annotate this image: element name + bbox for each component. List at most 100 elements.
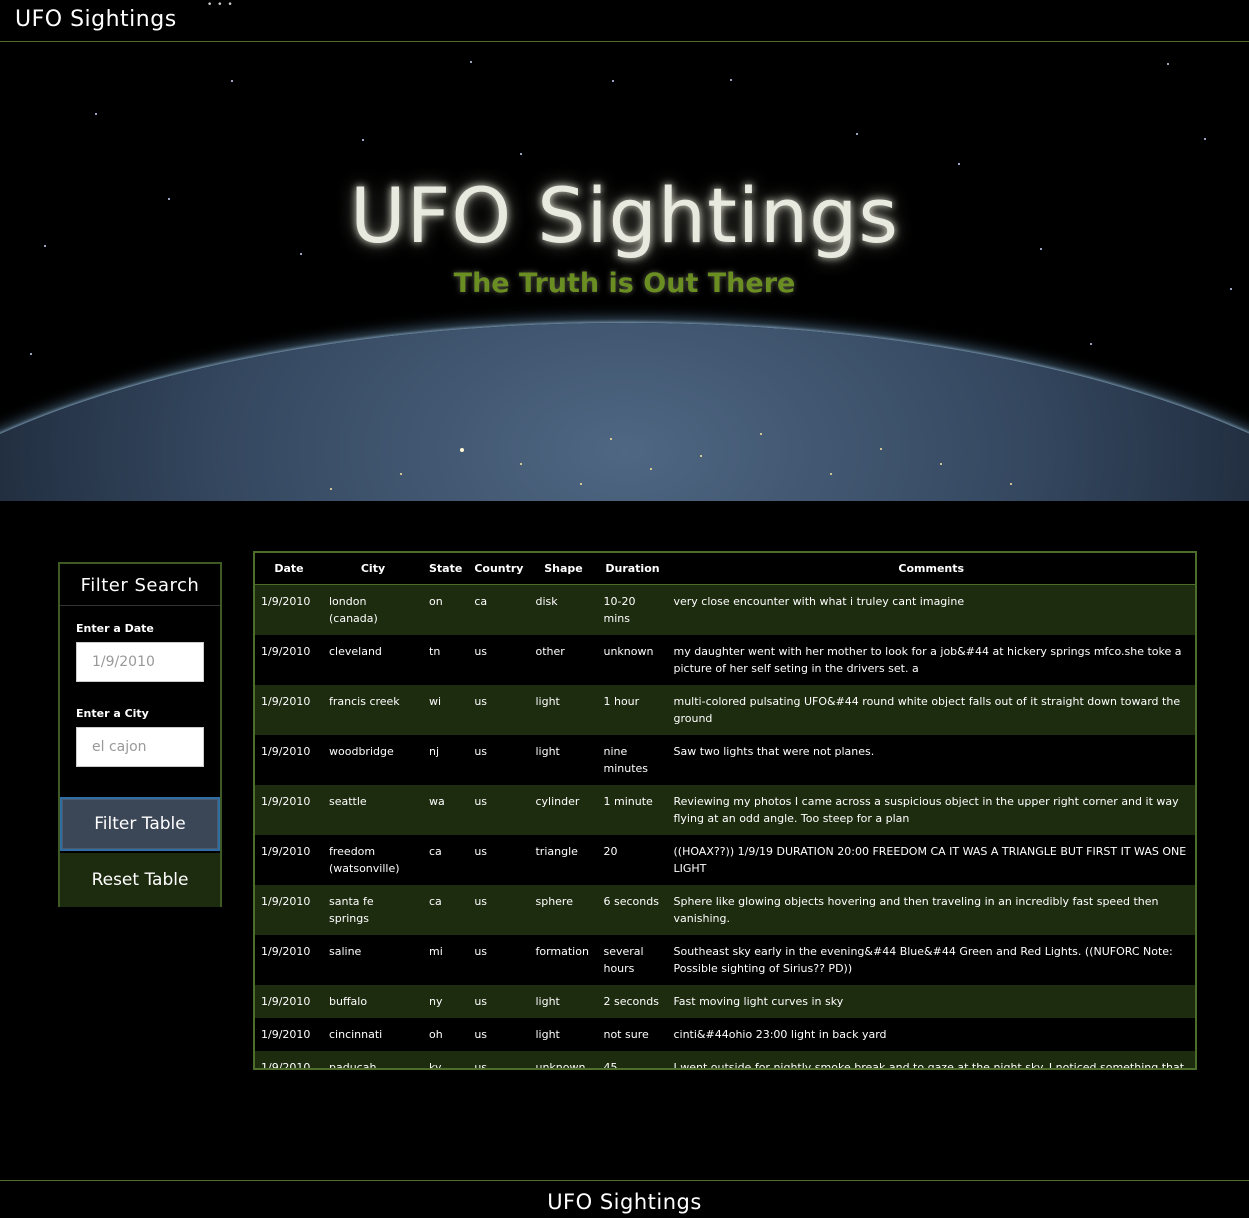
filter-panel: Filter Search Enter a Date Enter a City … — [58, 562, 222, 907]
table-row: 1/9/2010 francis creek wi us light 1 hour mult… — [255, 684, 1195, 735]
table-cell: us — [468, 684, 530, 735]
table-cell: light — [529, 1017, 598, 1051]
table-cell: santa fe springs — [323, 884, 423, 935]
table-cell: paducah — [323, 1050, 423, 1068]
table-cell: london (canada) — [323, 584, 423, 635]
table-cell: formation — [529, 934, 598, 985]
table-cell: triangle — [529, 834, 598, 885]
table-cell: francis creek — [323, 684, 423, 735]
table-row: 1/9/2010 london (canada) on ca disk 10-20 min… — [255, 584, 1195, 635]
table-row: 1/9/2010 santa fe springs ca us sphere 6 seco… — [255, 884, 1195, 935]
table-cell: 10-20 mins — [597, 584, 668, 635]
table-cell: multi-colored pulsating UFO&#44 round wh… — [667, 684, 1195, 735]
table-row: 1/9/2010paducahkyusunknown45 minutesI we… — [255, 1050, 1195, 1068]
table-cell: light — [529, 984, 598, 1018]
table-cell: freedom (watsonville) — [323, 834, 423, 885]
table-cell: Fast moving light curves in sky — [667, 984, 1195, 1018]
table-cell: 1/9/2010 — [255, 1050, 323, 1068]
table-cell: 1/9/2010 — [255, 1017, 323, 1051]
table-cell: ca — [468, 584, 530, 635]
column-header: Date — [255, 553, 323, 585]
table-cell: ca — [423, 834, 469, 885]
hero-subtitle: The Truth is Out There — [453, 268, 796, 299]
table-cell: 2 seconds — [597, 984, 668, 1018]
table-cell: us — [468, 884, 530, 935]
table-cell: seattle — [323, 784, 423, 835]
table-row: 1/9/2010 cincinnati oh us light not sure cinti… — [255, 1017, 1195, 1051]
table-cell: us — [468, 734, 530, 785]
table-cell: unknown — [529, 1050, 598, 1068]
table-cell: 1/9/2010 — [255, 584, 323, 635]
table-cell: on — [423, 584, 469, 635]
table-cell: 6 seconds — [597, 884, 668, 935]
table-cell: 1/9/2010 — [255, 834, 323, 885]
table-cell: 1 hour — [597, 684, 668, 735]
footer: UFO Sightings — [0, 1180, 1249, 1218]
footer-brand: UFO Sightings — [547, 1190, 702, 1214]
table-cell: my daughter went with her mother to look… — [667, 634, 1195, 685]
table-cell: cinti&#44ohio 23:00 light in back yard — [667, 1017, 1195, 1051]
table-cell: Sphere like glowing objects hovering and… — [667, 884, 1195, 935]
table-cell: 1 minute — [597, 784, 668, 835]
table-cell: cleveland — [323, 634, 423, 685]
ufo-dots-icon: • • • — [207, 0, 234, 10]
table-cell: buffalo — [323, 984, 423, 1018]
table-cell: 1/9/2010 — [255, 884, 323, 935]
city-input[interactable] — [76, 727, 204, 767]
reset-table-button[interactable]: Reset Table — [60, 853, 220, 907]
table-cell: ny — [423, 984, 469, 1018]
table-cell: 1/9/2010 — [255, 784, 323, 835]
table-row: 1/9/2010 freedom (watsonville) ca us triangl… — [255, 834, 1195, 885]
table-cell: us — [468, 634, 530, 685]
table-cell: 20 — [597, 834, 668, 885]
table-cell: Reviewing my photos I came across a susp… — [667, 784, 1195, 835]
date-label: Enter a Date — [76, 622, 154, 635]
table-cell: 1/9/2010 — [255, 984, 323, 1018]
table-cell: light — [529, 684, 598, 735]
table-row: 1/9/2010 woodbridge nj us light nine minutes S… — [255, 734, 1195, 785]
table-cell: saline — [323, 934, 423, 985]
table-cell: unknown — [597, 634, 668, 685]
table-cell: ((HOAX??)) 1/9/19 DURATION 20:00 FREEDOM… — [667, 834, 1195, 885]
table-cell: I went outside for nightly smoke break a… — [667, 1050, 1195, 1068]
date-input[interactable] — [76, 642, 204, 682]
table-cell: cylinder — [529, 784, 598, 835]
table-cell: oh — [423, 1017, 469, 1051]
table-cell: 1/9/2010 — [255, 734, 323, 785]
table-cell: 1/9/2010 — [255, 934, 323, 985]
table-cell: us — [468, 784, 530, 835]
table-cell: us — [468, 934, 530, 985]
table-cell: 1/9/2010 — [255, 634, 323, 685]
table-cell: mi — [423, 934, 469, 985]
table-cell: Southeast sky early in the evening&#44 B… — [667, 934, 1195, 985]
table-cell: tn — [423, 634, 469, 685]
hero-title: UFO Sightings — [349, 171, 899, 260]
table-cell: ky — [423, 1050, 469, 1068]
column-header: Duration — [597, 553, 668, 585]
filter-table-button[interactable]: Filter Table — [60, 797, 220, 851]
column-header: Country — [468, 553, 530, 585]
navbar: UFO Sightings • • • — [0, 0, 1249, 42]
table-cell: disk — [529, 584, 598, 635]
table-cell: other — [529, 634, 598, 685]
column-header: State — [423, 553, 469, 585]
column-header: City — [323, 553, 423, 585]
table-cell: not sure — [597, 1017, 668, 1051]
navbar-brand[interactable]: UFO Sightings — [15, 7, 177, 32]
table-cell: ca — [423, 884, 469, 935]
city-label: Enter a City — [76, 707, 149, 720]
table-cell: wi — [423, 684, 469, 735]
column-header: Shape — [529, 553, 598, 585]
table-cell: us — [468, 1017, 530, 1051]
table-cell: wa — [423, 784, 469, 835]
table-cell: woodbridge — [323, 734, 423, 785]
table-row: 1/9/2010 saline mi us formation several hours… — [255, 934, 1195, 985]
table-cell: 1/9/2010 — [255, 684, 323, 735]
table-row: 1/9/2010 cleveland tn us other unknown my daug… — [255, 634, 1195, 685]
table-header-row: Date City State Country Shape Duration Comment… — [255, 553, 1195, 585]
table-cell: Saw two lights that were not planes. — [667, 734, 1195, 785]
table-cell: cincinnati — [323, 1017, 423, 1051]
table-cell: nine minutes — [597, 734, 668, 785]
table-cell: us — [468, 984, 530, 1018]
table-cell: light — [529, 734, 598, 785]
